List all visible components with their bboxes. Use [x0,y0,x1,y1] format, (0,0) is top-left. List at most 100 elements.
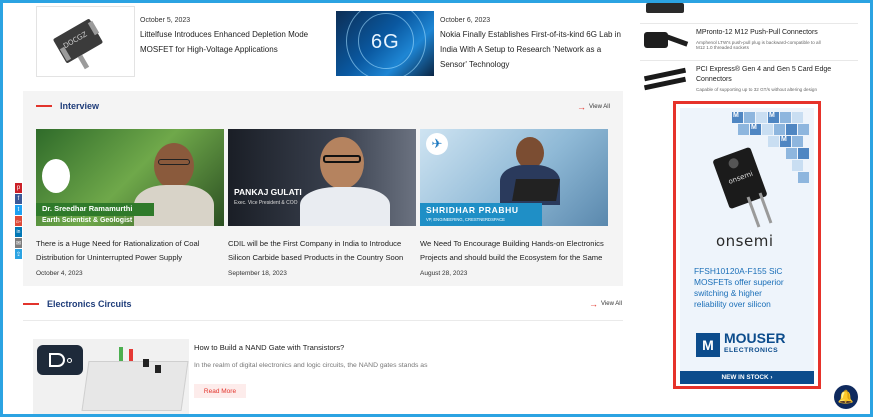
glasses [158,159,190,165]
news-thumb-1[interactable]: DOCGZ [36,6,135,77]
logo-badge [42,159,70,193]
product-title[interactable]: PCI Express® Gen 4 and Gen 5 Card Edge C… [696,65,856,85]
person-head [320,137,364,189]
arrow-right-icon: → [589,299,598,309]
title-tag: Earth Scientist & Geologist [42,217,133,224]
name-tag: SHRIDHAR PRABHU [426,205,519,215]
transistor [143,359,149,367]
ad-copy-line: FFSH10120A-F155 SiC [694,266,783,276]
article-excerpt: In the realm of digital electronics and … [194,362,428,369]
news-date: October 6, 2023 [440,17,491,24]
product-title[interactable]: MPronto-12 M12 Push-Pull Connectors [696,28,856,38]
title-tag: Exec. Vice President & COO [234,200,298,206]
desc-line: M12 1.0 threaded sockets [696,45,749,50]
mouser-onsemi-ad[interactable]: M M M M onsemi onsemi FFSH10120A-F155 Si… [673,101,821,389]
ad-copy-line: reliability over silicon [694,299,771,309]
cube [786,124,797,135]
browser-viewport: DOCGZ October 5, 2023 Littelfuse Introdu… [0,0,873,417]
product-thumb[interactable] [642,66,688,92]
led-red [129,349,133,361]
title-line: Connectors [696,76,732,83]
cube [756,112,767,123]
interview-date: September 18, 2023 [228,270,287,277]
linkedin-icon[interactable]: in [15,227,22,237]
led-green [119,347,123,361]
google-plus-icon[interactable]: G+ [15,216,22,226]
cube: M [732,112,743,123]
glasses [323,155,361,163]
interview-date: October 4, 2023 [36,270,83,277]
section-title: Interview [60,101,100,111]
cube [792,112,803,123]
interview-view-all-link[interactable]: → View All [577,102,610,112]
heading-accent-line [23,303,39,305]
product-thumb[interactable] [642,28,689,54]
name-tag: PANKAJ GULATI [234,187,302,197]
headline-line: Littelfuse Introduces Enhanced Depletion… [140,30,309,39]
product-description: Capable of supporting up to 32 GT/s with… [696,87,818,92]
connector-image [644,32,668,48]
cube: M [780,136,791,147]
interview-image-2[interactable]: PANKAJ GULATI Exec. Vice President & COO [228,129,416,226]
article-title[interactable]: How to Build a NAND Gate with Transistor… [194,343,344,352]
view-all-label: View All [589,104,610,110]
plane-badge: ✈ [426,133,448,155]
laptop [512,179,560,201]
6g-label: 6G [371,31,400,53]
chip-pin [77,54,90,70]
news-headline[interactable]: Nokia Finally Establishes First-of-its-k… [440,27,630,72]
interview-caption[interactable]: CDIL will be the First Company in India … [228,237,416,265]
cube [798,124,809,135]
headline-line: Sensor' Technology [440,60,510,69]
ad-copy-line: MOSFETs offer superior [694,277,784,287]
cube [762,124,773,135]
onsemi-logo: onsemi [716,232,774,250]
gate-bubble [67,358,72,363]
mouser-logo-text: MOUSER [724,330,786,346]
transistor [155,365,161,373]
caption-line: CDIL will be the First Company in India … [228,239,402,248]
cube: M [768,112,779,123]
name-tag: Dr. Sreedhar Ramamurthi [42,204,133,213]
section-title: Electronics Circuits [47,299,132,309]
interview-image-1[interactable]: Dr. Sreedhar Ramamurthi Earth Scientist … [36,129,224,226]
divider [640,23,858,24]
divider [640,60,858,61]
product-description: Amphenol LTW's push-pull plug is backwar… [696,40,861,50]
person-head [154,143,194,189]
interview-caption[interactable]: There is a Huge Need for Rationalization… [36,237,224,265]
interview-caption[interactable]: We Need To Encourage Building Hands-on E… [420,237,608,265]
gate-shape [49,353,65,367]
headline-line: Nokia Finally Establishes First-of-its-k… [440,30,621,39]
caption-line: We Need To Encourage Building Hands-on E… [420,239,604,248]
social-share-bar: p f t G+ in ✉ ⇪ [15,183,22,260]
news-date: October 5, 2023 [140,17,191,24]
interview-image-3[interactable]: ✈ SHRIDHAR PRABHU VP, ENGINEERING, CREST… [420,129,608,226]
pinterest-icon[interactable]: p [15,183,22,193]
ad-copy-line: switching & higher [694,288,762,298]
chip-label: onsemi [727,169,754,186]
cube [768,136,779,147]
notification-bell-icon[interactable]: 🔔 [834,385,858,409]
product-thumb[interactable] [642,3,688,17]
facebook-icon[interactable]: f [15,194,22,204]
cube [792,136,803,147]
news-thumb-2[interactable]: 6G [336,11,434,76]
share-icon[interactable]: ⇪ [15,249,22,259]
headline-line: MOSFET for High-Voltage Applications [140,45,278,54]
new-in-stock-button[interactable]: NEW IN STOCK › [680,371,814,384]
chip-hole [727,156,740,170]
nand-gate-image[interactable] [33,339,189,414]
read-more-button[interactable]: Read More [194,384,246,398]
email-icon[interactable]: ✉ [15,238,22,248]
interview-heading: Interview [36,101,99,111]
cube [774,124,785,135]
person-body [300,187,390,226]
arrow-right-icon: → [577,102,586,112]
headline-line: India With A Setup to Research 'Network … [440,45,602,54]
heading-accent-line [36,105,52,107]
electronics-heading: Electronics Circuits [23,299,132,309]
twitter-icon[interactable]: t [15,205,22,215]
electronics-view-all-link[interactable]: → View All [589,299,622,309]
news-headline[interactable]: Littelfuse Introduces Enhanced Depletion… [140,27,320,57]
